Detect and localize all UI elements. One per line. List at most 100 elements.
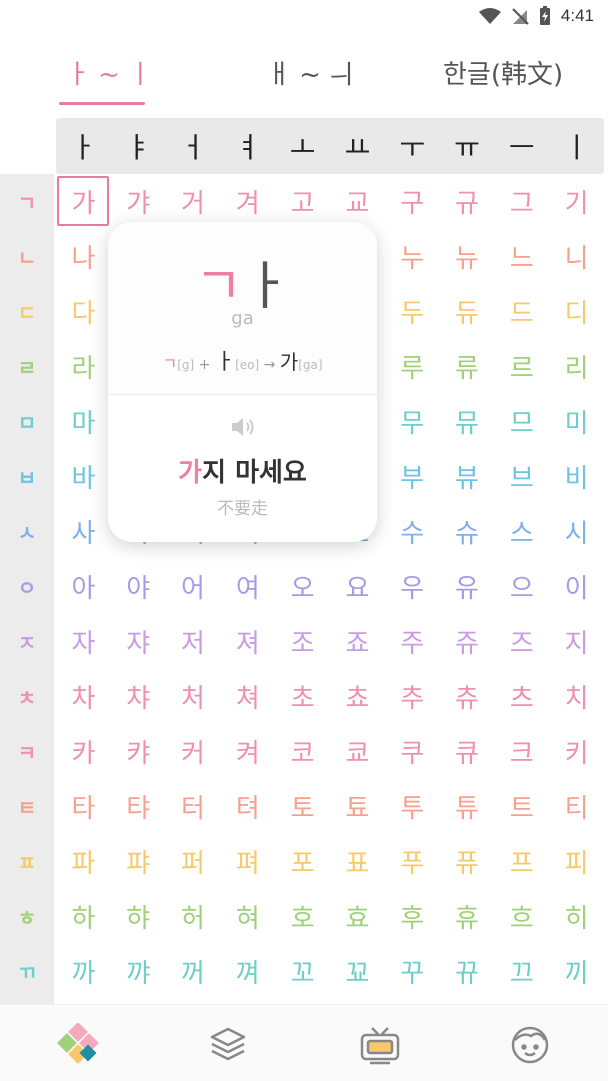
nav-profile[interactable]: [506, 1021, 554, 1069]
syllable-cell[interactable]: 표: [330, 834, 385, 889]
syllable-cell[interactable]: 프: [494, 834, 549, 889]
syllable-cell[interactable]: 코: [275, 724, 330, 779]
consonant-header-cell[interactable]: ㅇ: [0, 559, 54, 614]
syllable-cell[interactable]: 류: [440, 339, 495, 394]
syllable-cell[interactable]: 마: [56, 394, 111, 449]
nav-videos[interactable]: [356, 1021, 404, 1069]
tab-basic-vowels[interactable]: ㅏ ~ ㅣ: [66, 54, 152, 91]
syllable-cell[interactable]: 꾜: [330, 944, 385, 999]
syllable-cell[interactable]: 푸: [385, 834, 440, 889]
syllable-cell[interactable]: 그: [494, 174, 549, 229]
syllable-cell[interactable]: 으: [494, 559, 549, 614]
syllable-cell[interactable]: 죠: [330, 614, 385, 669]
consonant-header-cell[interactable]: ㅂ: [0, 449, 54, 504]
syllable-cell[interactable]: 치: [549, 669, 604, 724]
syllable-cell[interactable]: 규: [440, 174, 495, 229]
syllable-cell[interactable]: 부: [385, 449, 440, 504]
consonant-header-cell[interactable]: ㅊ: [0, 669, 54, 724]
syllable-cell[interactable]: 저: [166, 614, 221, 669]
syllable-cell[interactable]: 라: [56, 339, 111, 394]
syllable-cell[interactable]: 우: [385, 559, 440, 614]
syllable-cell[interactable]: 허: [166, 889, 221, 944]
syllable-cell[interactable]: 리: [549, 339, 604, 394]
syllable-cell[interactable]: 니: [549, 229, 604, 284]
syllable-cell[interactable]: 끄: [494, 944, 549, 999]
vowel-header-cell[interactable]: ㅓ: [166, 118, 221, 174]
syllable-cell[interactable]: 켜: [220, 724, 275, 779]
syllable-cell[interactable]: 비: [549, 449, 604, 504]
syllable-cell[interactable]: 티: [549, 779, 604, 834]
syllable-cell[interactable]: 흐: [494, 889, 549, 944]
syllable-cell[interactable]: 호: [275, 889, 330, 944]
syllable-cell[interactable]: 토: [275, 779, 330, 834]
nav-chart[interactable]: [54, 1021, 102, 1069]
syllable-cell[interactable]: 유: [440, 559, 495, 614]
vowel-header-cell[interactable]: ㅜ: [385, 118, 440, 174]
vowel-header-cell[interactable]: ㅛ: [330, 118, 385, 174]
syllable-cell[interactable]: 쵸: [330, 669, 385, 724]
syllable-cell[interactable]: 혀: [220, 889, 275, 944]
nav-lessons[interactable]: [204, 1021, 252, 1069]
syllable-cell[interactable]: 져: [220, 614, 275, 669]
syllable-cell[interactable]: 겨: [220, 174, 275, 229]
syllable-cell[interactable]: 두: [385, 284, 440, 339]
syllable-cell[interactable]: 구: [385, 174, 440, 229]
syllable-cell[interactable]: 포: [275, 834, 330, 889]
vowel-header-cell[interactable]: ㅏ: [56, 118, 111, 174]
syllable-cell[interactable]: 까: [56, 944, 111, 999]
consonant-header-cell[interactable]: ㄴ: [0, 229, 54, 284]
syllable-detail-card[interactable]: ㄱ ㅏ ga ㄱ[g] + ㅏ[eo] → 가[ga] 가지 마세요 不要走: [108, 222, 377, 542]
syllable-cell[interactable]: 듀: [440, 284, 495, 339]
syllable-cell[interactable]: 드: [494, 284, 549, 339]
syllable-cell[interactable]: 츄: [440, 669, 495, 724]
syllable-cell[interactable]: 캬: [111, 724, 166, 779]
syllable-cell[interactable]: 효: [330, 889, 385, 944]
syllable-cell[interactable]: 후: [385, 889, 440, 944]
syllable-cell[interactable]: 고: [275, 174, 330, 229]
syllable-cell[interactable]: 트: [494, 779, 549, 834]
syllable-cell[interactable]: 므: [494, 394, 549, 449]
syllable-cell[interactable]: 텨: [220, 779, 275, 834]
syllable-cell[interactable]: 자: [56, 614, 111, 669]
syllable-cell[interactable]: 타: [56, 779, 111, 834]
syllable-cell[interactable]: 퍼: [166, 834, 221, 889]
syllable-cell[interactable]: 초: [275, 669, 330, 724]
tab-compound-vowels[interactable]: ㅐ ~ ㅢ: [267, 54, 353, 91]
syllable-cell[interactable]: 투: [385, 779, 440, 834]
syllable-cell[interactable]: 아: [56, 559, 111, 614]
vowel-header-cell[interactable]: ㅕ: [220, 118, 275, 174]
syllable-cell[interactable]: 시: [549, 504, 604, 559]
syllable-cell[interactable]: 쳐: [220, 669, 275, 724]
syllable-cell[interactable]: 수: [385, 504, 440, 559]
consonant-header-cell[interactable]: ㅍ: [0, 834, 54, 889]
syllable-cell[interactable]: 다: [56, 284, 111, 339]
syllable-cell[interactable]: 쿄: [330, 724, 385, 779]
syllable-cell[interactable]: 주: [385, 614, 440, 669]
syllable-cell[interactable]: 파: [56, 834, 111, 889]
syllable-cell[interactable]: 르: [494, 339, 549, 394]
syllable-cell[interactable]: 요: [330, 559, 385, 614]
syllable-cell[interactable]: 끼: [549, 944, 604, 999]
syllable-cell[interactable]: 햐: [111, 889, 166, 944]
syllable-cell[interactable]: 뷰: [440, 449, 495, 504]
vowel-header-cell[interactable]: ㅗ: [275, 118, 330, 174]
syllable-cell[interactable]: 퓨: [440, 834, 495, 889]
syllable-cell[interactable]: 루: [385, 339, 440, 394]
syllable-cell[interactable]: 하: [56, 889, 111, 944]
syllable-cell[interactable]: 미: [549, 394, 604, 449]
syllable-cell[interactable]: 추: [385, 669, 440, 724]
syllable-cell[interactable]: 조: [275, 614, 330, 669]
syllable-cell[interactable]: 스: [494, 504, 549, 559]
syllable-cell[interactable]: 커: [166, 724, 221, 779]
syllable-cell[interactable]: 꼬: [275, 944, 330, 999]
vowel-header-cell[interactable]: ㅡ: [494, 118, 549, 174]
speaker-icon[interactable]: [230, 416, 256, 438]
syllable-cell[interactable]: 쥬: [440, 614, 495, 669]
syllable-cell[interactable]: 갸: [111, 174, 166, 229]
syllable-cell[interactable]: 뀨: [440, 944, 495, 999]
syllable-cell[interactable]: 툐: [330, 779, 385, 834]
consonant-header-cell[interactable]: ㄱ: [0, 174, 54, 229]
syllable-cell[interactable]: 사: [56, 504, 111, 559]
consonant-header-cell[interactable]: ㅎ: [0, 889, 54, 944]
syllable-cell[interactable]: 꺄: [111, 944, 166, 999]
